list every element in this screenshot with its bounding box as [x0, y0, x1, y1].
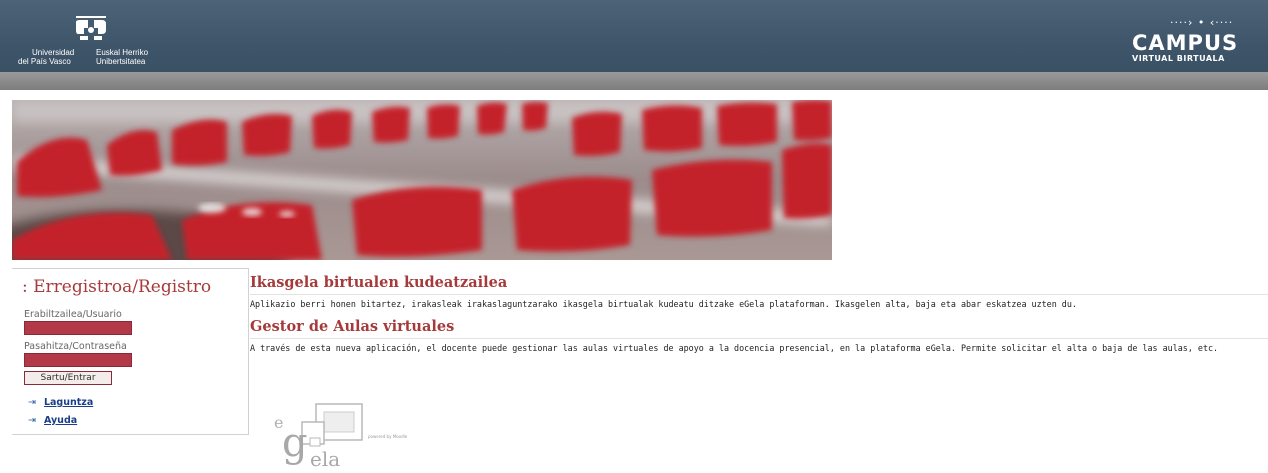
campus-dots-icon: ····› • ‹···· [1170, 16, 1234, 29]
login-title: : Erregistroa/Registro [22, 277, 212, 297]
egela-logo-graphic: e g ela powered by Moodle [274, 403, 408, 471]
section-title-es: Gestor de Aulas virtuales [250, 318, 455, 335]
username-input[interactable] [24, 321, 132, 335]
password-input[interactable] [24, 353, 132, 367]
university-name-eu-line2: Unibertsitatea [96, 57, 146, 66]
login-submit-button[interactable]: Sartu/Entrar [24, 371, 112, 385]
campus-word: CAMPUS [1132, 31, 1239, 55]
egela-logo: e g ela powered by Moodle [272, 400, 462, 471]
lecture-hall-image [12, 100, 832, 260]
password-label: Pasahitza/Contraseña [24, 341, 127, 352]
university-name-es-line1: Universidad [32, 48, 75, 57]
login-arrow-icon: ⇥ [28, 415, 36, 426]
help-link-laguntza[interactable]: ⇥ Laguntza [28, 397, 93, 408]
login-arrow-icon: ⇥ [28, 397, 36, 408]
help-link-ayuda[interactable]: ⇥ Ayuda [28, 415, 77, 426]
username-label: Erabiltzailea/Usuario [24, 309, 122, 320]
university-name-es-line2: del País Vasco [18, 57, 71, 66]
university-name-eu-line1: Euskal Herriko [96, 48, 149, 57]
login-panel: : Erregistroa/Registro Erabiltzailea/Usu… [12, 268, 249, 435]
egela-letter-g: g [282, 420, 308, 466]
section-divider [250, 294, 1268, 295]
university-emblem-icon [76, 16, 106, 40]
section-text-es: A través de esta nueva aplicación, el do… [250, 343, 1219, 353]
campus-virtual-logo[interactable]: ····› • ‹···· CAMPUS VIRTUAL BIRTUALA [1122, 14, 1268, 70]
nav-bar [0, 72, 1268, 90]
section-text-eu: Aplikazio berri honen bitartez, irakasle… [250, 299, 1077, 309]
university-logo[interactable]: Universidad del País Vasco Euskal Herrik… [14, 10, 174, 68]
help-link-laguntza-label[interactable]: Laguntza [44, 397, 93, 408]
section-divider [250, 338, 1268, 339]
site-header: Universidad del País Vasco Euskal Herrik… [0, 0, 1268, 72]
campus-subtitle: VIRTUAL BIRTUALA [1132, 54, 1225, 63]
egela-powered-by: powered by Moodle [368, 434, 408, 439]
egela-word-ela: ela [310, 447, 340, 469]
lecture-hall-banner-image [12, 100, 832, 260]
section-title-eu: Ikasgela birtualen kudeatzailea [250, 274, 508, 291]
help-link-ayuda-label[interactable]: Ayuda [44, 415, 77, 426]
